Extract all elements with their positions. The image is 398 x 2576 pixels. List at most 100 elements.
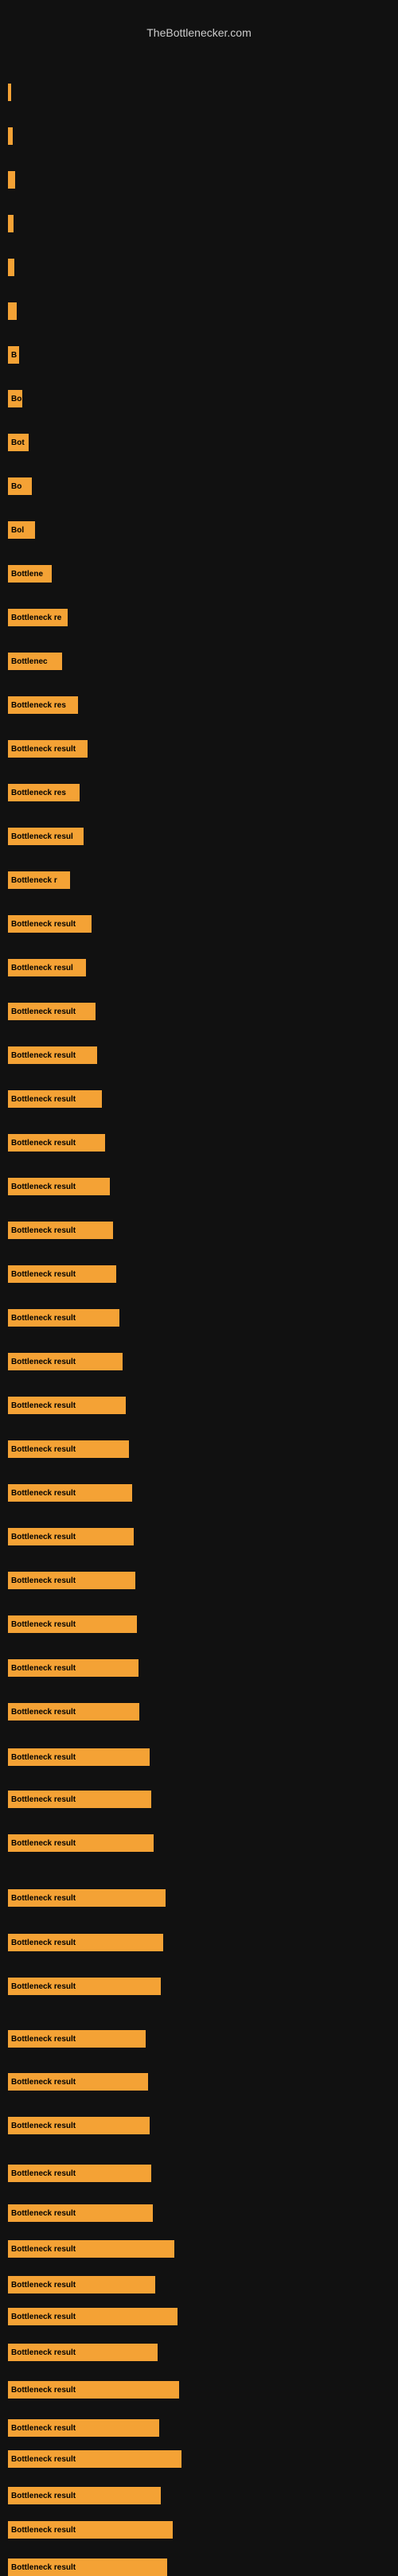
bar-label-29: Bottleneck result <box>11 1314 76 1323</box>
bar-label-30: Bottleneck result <box>11 1358 76 1366</box>
bar-39: Bottleneck result <box>8 1748 150 1766</box>
bar-46: Bottleneck result <box>8 2073 148 2091</box>
bar-9: Bot <box>8 434 29 451</box>
bar-52: Bottleneck result <box>8 2308 178 2325</box>
bar-54: Bottleneck result <box>8 2381 179 2399</box>
bar-row-34: Bottleneck result <box>8 1528 134 1545</box>
bar-label-37: Bottleneck result <box>11 1664 76 1673</box>
bar-33: Bottleneck result <box>8 1484 132 1502</box>
bar-row-19: Bottleneck r <box>8 871 70 889</box>
bar-18: Bottleneck resul <box>8 828 84 845</box>
bar-row-30: Bottleneck result <box>8 1353 123 1370</box>
bar-56: Bottleneck result <box>8 2450 181 2468</box>
chart-area: TheBottlenecker.com BBoBotBoBolBottleneB… <box>0 16 398 2562</box>
bar-26: Bottleneck result <box>8 1178 110 1195</box>
bar-44: Bottleneck result <box>8 1978 161 1995</box>
bar-49: Bottleneck result <box>8 2204 153 2222</box>
bar-36: Bottleneck result <box>8 1615 137 1633</box>
bar-label-28: Bottleneck result <box>11 1270 76 1279</box>
bar-50: Bottleneck result <box>8 2240 174 2258</box>
bar-57: Bottleneck result <box>8 2487 161 2504</box>
bar-row-4 <box>8 215 14 232</box>
bar-row-28: Bottleneck result <box>8 1265 116 1283</box>
bar-row-11: Bol <box>8 521 35 539</box>
bar-row-26: Bottleneck result <box>8 1178 110 1195</box>
bar-21: Bottleneck resul <box>8 959 86 976</box>
bar-row-5 <box>8 259 14 276</box>
bar-row-32: Bottleneck result <box>8 1440 129 1458</box>
bar-label-25: Bottleneck result <box>11 1139 76 1148</box>
bar-row-16: Bottleneck result <box>8 740 88 758</box>
bar-row-6 <box>8 302 17 320</box>
bar-label-48: Bottleneck result <box>11 2169 76 2178</box>
bar-row-36: Bottleneck result <box>8 1615 137 1633</box>
bar-34: Bottleneck result <box>8 1528 134 1545</box>
bar-row-20: Bottleneck result <box>8 915 92 933</box>
bar-47: Bottleneck result <box>8 2117 150 2134</box>
bar-6 <box>8 302 17 320</box>
bar-label-33: Bottleneck result <box>11 1489 76 1498</box>
bar-label-31: Bottleneck result <box>11 1401 76 1410</box>
bar-row-13: Bottleneck re <box>8 609 68 626</box>
bar-43: Bottleneck result <box>8 1934 163 1951</box>
bar-row-8: Bo <box>8 390 22 407</box>
bar-row-31: Bottleneck result <box>8 1397 126 1414</box>
bar-label-47: Bottleneck result <box>11 2122 76 2130</box>
bar-label-9: Bot <box>11 438 25 447</box>
bar-label-51: Bottleneck result <box>11 2281 76 2290</box>
bar-label-17: Bottleneck res <box>11 789 66 797</box>
bar-row-41: Bottleneck result <box>8 1834 154 1852</box>
bar-30: Bottleneck result <box>8 1353 123 1370</box>
bar-label-57: Bottleneck result <box>11 2492 76 2500</box>
bar-label-27: Bottleneck result <box>11 1226 76 1235</box>
bar-row-42: Bottleneck result <box>8 1889 166 1907</box>
bar-row-54: Bottleneck result <box>8 2381 179 2399</box>
bar-label-41: Bottleneck result <box>11 1839 76 1848</box>
bar-28: Bottleneck result <box>8 1265 116 1283</box>
bar-51: Bottleneck result <box>8 2276 155 2293</box>
bar-27: Bottleneck result <box>8 1222 113 1239</box>
bar-label-18: Bottleneck resul <box>11 832 73 841</box>
bar-17: Bottleneck res <box>8 784 80 801</box>
bar-label-59: Bottleneck result <box>11 2563 76 2572</box>
bar-label-53: Bottleneck result <box>11 2348 76 2357</box>
bar-row-25: Bottleneck result <box>8 1134 105 1152</box>
bar-row-51: Bottleneck result <box>8 2276 155 2293</box>
bar-row-22: Bottleneck result <box>8 1003 96 1020</box>
bar-31: Bottleneck result <box>8 1397 126 1414</box>
bar-label-11: Bol <box>11 526 24 535</box>
bar-1 <box>8 84 11 101</box>
bar-row-46: Bottleneck result <box>8 2073 148 2091</box>
bar-23: Bottleneck result <box>8 1046 97 1064</box>
bar-label-39: Bottleneck result <box>11 1753 76 1762</box>
bar-2 <box>8 127 13 145</box>
bar-label-8: Bo <box>11 395 21 403</box>
bar-label-45: Bottleneck result <box>11 2035 76 2044</box>
bar-label-56: Bottleneck result <box>11 2455 76 2464</box>
bar-label-49: Bottleneck result <box>11 2209 76 2218</box>
bar-row-24: Bottleneck result <box>8 1090 102 1108</box>
bar-11: Bol <box>8 521 35 539</box>
bar-15: Bottleneck res <box>8 696 78 714</box>
bar-40: Bottleneck result <box>8 1791 151 1808</box>
bar-label-32: Bottleneck result <box>11 1445 76 1454</box>
bar-label-54: Bottleneck result <box>11 2386 76 2395</box>
bar-48: Bottleneck result <box>8 2165 151 2182</box>
bar-label-10: Bo <box>11 482 21 491</box>
bar-row-12: Bottlene <box>8 565 52 583</box>
bar-row-50: Bottleneck result <box>8 2240 174 2258</box>
bar-5 <box>8 259 14 276</box>
bar-label-22: Bottleneck result <box>11 1007 76 1016</box>
bar-row-39: Bottleneck result <box>8 1748 150 1766</box>
bar-label-46: Bottleneck result <box>11 2078 76 2087</box>
bar-label-34: Bottleneck result <box>11 1533 76 1541</box>
bar-label-40: Bottleneck result <box>11 1795 76 1804</box>
bar-37: Bottleneck result <box>8 1659 139 1677</box>
bar-45: Bottleneck result <box>8 2030 146 2048</box>
bar-10: Bo <box>8 477 32 495</box>
bar-14: Bottlenec <box>8 653 62 670</box>
bar-19: Bottleneck r <box>8 871 70 889</box>
bar-row-58: Bottleneck result <box>8 2521 173 2539</box>
bar-label-43: Bottleneck result <box>11 1939 76 1947</box>
bar-row-43: Bottleneck result <box>8 1934 163 1951</box>
